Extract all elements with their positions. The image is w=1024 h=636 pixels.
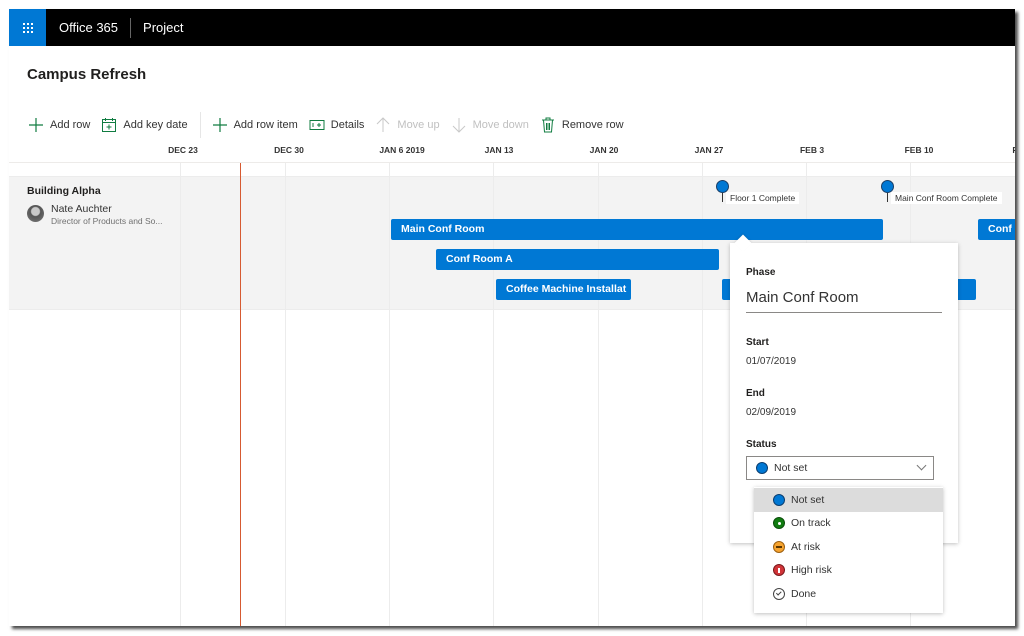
status-option-not-set[interactable]: Not set: [754, 488, 943, 512]
add-key-date-button[interactable]: Add key date: [100, 116, 188, 134]
arrow-up-icon: [374, 116, 392, 134]
move-up-button[interactable]: Move up: [374, 116, 440, 134]
date-label: JAN 6 2019: [379, 145, 425, 155]
suite-brand-link[interactable]: Office 365: [59, 20, 118, 35]
plus-icon: [27, 116, 45, 134]
row-title: Building Alpha: [27, 185, 101, 197]
phase-name-input[interactable]: Main Conf Room: [746, 289, 942, 313]
row-owner: Nate Auchter Director of Products and So…: [27, 203, 177, 226]
row-item-bar[interactable]: Conf Room A: [436, 249, 719, 270]
status-option-label: High risk: [791, 564, 832, 577]
details-label: Details: [330, 119, 365, 131]
suite-app-name[interactable]: Project: [143, 20, 183, 35]
status-done-check-icon: [773, 587, 785, 600]
today-marker: [240, 163, 241, 626]
key-date-pin-stem: [887, 193, 888, 202]
plus-icon: [211, 116, 229, 134]
suite-divider: [130, 17, 132, 38]
add-row-item-label: Add row item: [233, 119, 298, 131]
move-down-button[interactable]: Move down: [450, 116, 529, 134]
status-on-track-icon: [773, 517, 785, 530]
status-option-label: At risk: [791, 540, 821, 553]
status-menu: Not set On track At risk High risk Done: [754, 487, 943, 613]
app-launcher-button[interactable]: [9, 9, 46, 46]
date-label: DEC 23: [168, 145, 198, 155]
row-item-bar[interactable]: Conf I: [978, 219, 1015, 240]
date-header: DEC 23 DEC 30 JAN 6 2019 JAN 13 JAN 20 J…: [9, 139, 1015, 163]
gridline: [285, 163, 286, 626]
trash-icon: [539, 116, 557, 134]
move-up-label: Move up: [397, 119, 440, 131]
add-key-date-label: Add key date: [123, 119, 188, 131]
status-not-set-icon: [773, 493, 785, 506]
status-not-set-icon: [756, 462, 768, 474]
row-header[interactable]: Building Alpha Nate Auchter Director of …: [27, 185, 177, 226]
page-title: Campus Refresh: [27, 66, 147, 83]
status-at-risk-icon: [773, 540, 785, 553]
start-date-field[interactable]: 01/07/2019: [746, 356, 796, 367]
gridline: [180, 163, 181, 626]
details-panel-icon: [308, 116, 326, 134]
suite-header: Office 365 Project: [9, 9, 1015, 46]
status-option-at-risk[interactable]: At risk: [754, 535, 943, 559]
status-dropdown-value: Not set: [774, 462, 808, 474]
date-label: F: [1012, 145, 1015, 155]
avatar: [27, 205, 44, 222]
date-label: JAN 13: [484, 145, 514, 155]
status-option-label: Not set: [791, 493, 825, 506]
key-date-pin-stem: [722, 193, 723, 202]
gridline: [389, 163, 390, 626]
date-label: JAN 20: [589, 145, 619, 155]
owner-role: Director of Products and So...: [51, 216, 163, 226]
chevron-down-icon: [916, 460, 927, 471]
key-date-label: Main Conf Room Complete: [891, 192, 1002, 204]
details-button[interactable]: Details: [308, 116, 365, 134]
status-high-risk-icon: [773, 564, 785, 577]
add-row-item-button[interactable]: Add row item: [211, 116, 298, 134]
status-option-label: On track: [791, 517, 831, 530]
date-label: JAN 27: [694, 145, 724, 155]
status-dropdown[interactable]: Not set: [746, 456, 934, 480]
arrow-down-icon: [450, 116, 468, 134]
key-date-label: Floor 1 Complete: [726, 192, 800, 204]
calendar-add-icon: [100, 116, 118, 134]
add-row-button[interactable]: Add row: [27, 116, 90, 134]
date-label: FEB 10: [904, 145, 934, 155]
status-option-on-track[interactable]: On track: [754, 512, 943, 536]
date-label: FEB 3: [799, 145, 825, 155]
remove-row-label: Remove row: [561, 119, 624, 131]
row-item-bar[interactable]: Main Conf Room: [391, 219, 883, 240]
remove-row-button[interactable]: Remove row: [539, 116, 624, 134]
status-option-done[interactable]: Done: [754, 582, 943, 606]
phase-label: Phase: [746, 267, 776, 278]
end-date-field[interactable]: 02/09/2019: [746, 407, 796, 418]
command-bar: Add row Add key date Add row item Detail…: [27, 112, 634, 138]
end-label: End: [746, 388, 765, 399]
status-option-label: Done: [791, 587, 817, 600]
status-label: Status: [746, 439, 777, 450]
move-down-label: Move down: [472, 119, 529, 131]
command-divider: [199, 112, 201, 138]
date-label: DEC 30: [274, 145, 304, 155]
add-row-label: Add row: [50, 119, 91, 131]
app-launcher-waffle-icon: [22, 22, 33, 33]
status-option-high-risk[interactable]: High risk: [754, 559, 943, 583]
app-window: Office 365 Project Campus Refresh Add ro…: [9, 9, 1015, 626]
start-label: Start: [746, 337, 769, 348]
row-item-bar[interactable]: Coffee Machine Installat: [496, 279, 631, 300]
owner-name: Nate Auchter: [51, 203, 112, 215]
